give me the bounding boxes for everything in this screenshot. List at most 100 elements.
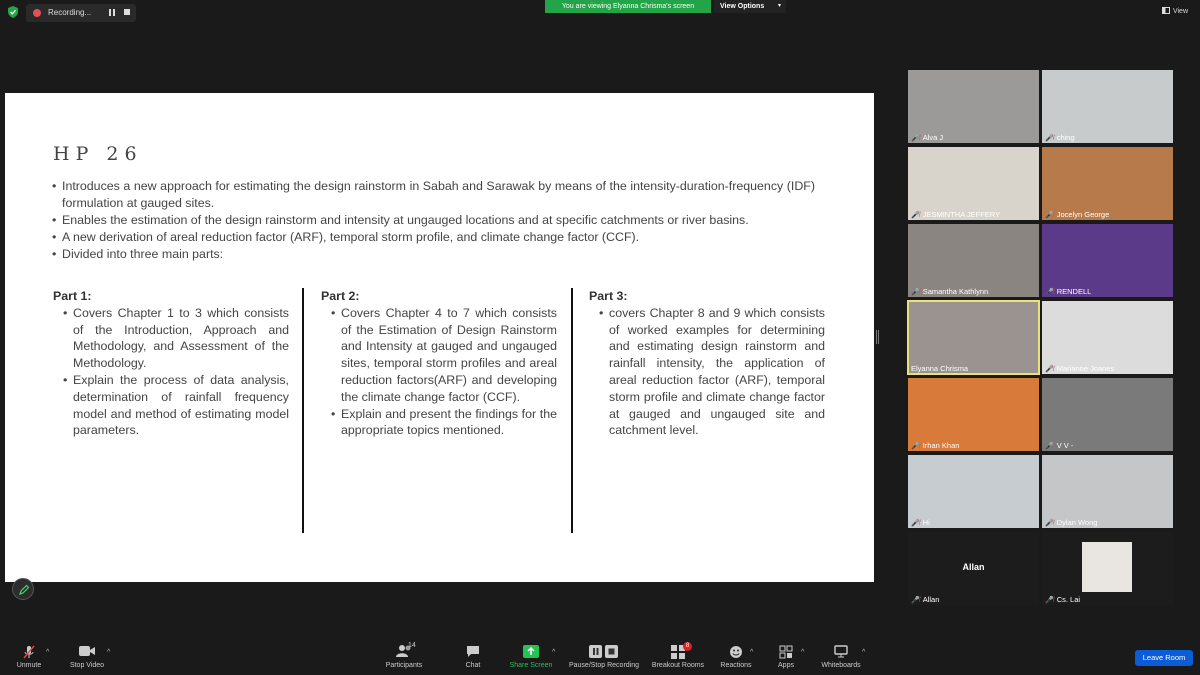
apps-caret-icon[interactable]: ^ [801, 649, 804, 656]
participant-tile[interactable]: 🎤̸ RENDELL [1042, 224, 1173, 297]
whiteboards-caret-icon[interactable]: ^ [862, 649, 865, 656]
participant-tile[interactable]: 🎤̸ Alva J [908, 70, 1039, 143]
muted-mic-icon: 🎤̸ [1045, 597, 1054, 604]
share-screen-button[interactable]: Share Screen [509, 645, 553, 669]
participant-name: 🎤̸ Alva J [911, 133, 944, 142]
part-item: Covers Chapter 4 to 7 which consists of … [331, 305, 557, 406]
participant-name: 🎤̸ RENDELL [1045, 287, 1092, 296]
muted-mic-icon: 🎤̸ [911, 520, 920, 527]
participant-tile[interactable]: 🎤̸ Cs. Lai [1042, 532, 1173, 605]
view-label: View [1172, 8, 1188, 15]
part-2-column: Part 2: Covers Chapter 4 to 7 which cons… [321, 288, 557, 439]
stop-video-button[interactable]: Stop Video [67, 645, 107, 669]
stop-video-label: Stop Video [69, 662, 105, 669]
part-heading: Part 3: [589, 289, 628, 303]
video-options-caret-icon[interactable]: ^ [107, 649, 110, 656]
participants-icon: 14 [384, 642, 424, 659]
participant-tile[interactable]: 🎤̸ V V - [1042, 378, 1173, 451]
muted-mic-icon: 🎤̸ [911, 135, 920, 142]
meeting-toolbar: Unmute ^ Stop Video ^ 14 Participants Ch… [0, 637, 1200, 675]
recording-label: Recording... [48, 8, 92, 17]
recording-indicator: Recording... [26, 4, 136, 22]
part-item: covers Chapter 8 and 9 which consists of… [599, 305, 825, 439]
view-options-button[interactable]: View Options ▾ [714, 0, 786, 13]
audio-options-caret-icon[interactable]: ^ [46, 649, 49, 656]
breakout-rooms-icon: 8 [671, 642, 692, 659]
participant-name: 🎤̸ Marianne Joanes [1045, 364, 1115, 373]
participant-name: 🎤̸ Samantha Kathlynn [911, 287, 989, 296]
participant-tile[interactable]: 🎤̸ Marianne Joanes [1042, 301, 1173, 374]
bullet-item: Introduces a new approach for estimating… [52, 178, 815, 212]
muted-mic-icon: 🎤̸ [911, 212, 920, 219]
participant-name: 🎤̸ Allan [911, 595, 940, 604]
annotate-button[interactable] [12, 578, 34, 600]
chat-icon [462, 645, 484, 659]
muted-mic-icon: 🎤̸ [911, 597, 920, 604]
part-item: Explain and present the findings for the… [331, 406, 557, 440]
apps-icon [776, 645, 796, 659]
participant-name: 🎤̸ Jocelyn George [1045, 210, 1110, 219]
chat-label: Chat [465, 662, 481, 669]
participant-name: 🎤̸ V V - [1045, 441, 1074, 450]
participant-tile[interactable]: 🎤̸ Hi [908, 455, 1039, 528]
part-heading: Part 1: [53, 289, 92, 303]
pause-stop-icon [566, 645, 642, 659]
part-item: Explain the process of data analysis, de… [63, 372, 289, 439]
reactions-caret-icon[interactable]: ^ [750, 649, 753, 656]
muted-mic-icon [14, 645, 44, 659]
participant-tile[interactable]: 🎤̸ Jocelyn George [1042, 147, 1173, 220]
unmute-label: Unmute [16, 662, 42, 669]
column-divider [571, 288, 573, 533]
breakout-rooms-button[interactable]: 8 Breakout Rooms [650, 642, 706, 669]
apps-button[interactable]: Apps [776, 645, 796, 669]
participant-tile[interactable]: 🎤̸ Dylan Wong [1042, 455, 1173, 528]
stop-recording-icon[interactable] [124, 9, 130, 15]
participant-tile[interactable]: Allan 🎤̸ Allan [908, 532, 1039, 605]
pause-recording-icon[interactable] [109, 9, 115, 16]
breakout-badge: 8 [683, 642, 692, 651]
participants-button[interactable]: 14 Participants [384, 642, 424, 669]
muted-mic-icon: 🎤̸ [911, 289, 920, 296]
panel-resize-handle[interactable] [876, 330, 879, 344]
apps-label: Apps [778, 662, 794, 669]
whiteboards-label: Whiteboards [821, 662, 861, 669]
profile-photo [1082, 542, 1132, 592]
participant-name: 🎤̸ Irhan Khan [911, 441, 960, 450]
participants-label: Participants [385, 662, 423, 669]
part-item: Covers Chapter 1 to 3 which consists of … [63, 305, 289, 372]
participant-name: 🎤̸ ching [1045, 133, 1075, 142]
pause-stop-recording-button[interactable]: Pause/Stop Recording [566, 645, 642, 669]
muted-mic-icon: 🎤̸ [1045, 520, 1054, 527]
reactions-label: Reactions [720, 662, 752, 669]
participant-name: 🎤̸ Hi [911, 518, 930, 527]
participant-tile[interactable]: 🎤̸ Irhan Khan [908, 378, 1039, 451]
unmute-button[interactable]: Unmute [14, 645, 44, 669]
participant-display-name: Allan [962, 562, 985, 572]
participant-tile[interactable]: 🎤̸ JESMINTHA JEFFERY [908, 147, 1039, 220]
pause-stop-recording-label: Pause/Stop Recording [568, 662, 640, 669]
participant-tile[interactable]: 🎤̸ Samantha Kathlynn [908, 224, 1039, 297]
smiley-icon [719, 645, 753, 659]
participant-tile[interactable]: 🎤̸ ching [1042, 70, 1173, 143]
whiteboards-button[interactable]: Whiteboards [820, 645, 862, 669]
muted-mic-icon: 🎤̸ [1045, 212, 1054, 219]
muted-mic-icon: 🎤̸ [1045, 289, 1054, 296]
part-1-column: Part 1: Covers Chapter 1 to 3 which cons… [53, 288, 289, 439]
column-divider [302, 288, 304, 533]
active-speaker-tile[interactable]: Elyanna Chrisma [907, 300, 1040, 375]
shield-icon[interactable] [8, 6, 18, 18]
view-options-label: View Options [720, 3, 765, 10]
share-options-caret-icon[interactable]: ^ [552, 649, 555, 656]
top-bar: Recording... You are viewing Elyanna Chr… [0, 0, 1200, 26]
viewing-screen-banner: You are viewing Elyanna Chrisma's screen [545, 0, 711, 13]
chat-button[interactable]: Chat [462, 645, 484, 669]
share-screen-icon [509, 645, 553, 659]
reactions-button[interactable]: Reactions [719, 645, 753, 669]
recording-dot-icon [33, 9, 41, 17]
participant-name: 🎤̸ JESMINTHA JEFFERY [911, 210, 1001, 219]
intro-bullet-list: Introduces a new approach for estimating… [52, 178, 815, 263]
view-button[interactable]: View [1161, 7, 1188, 15]
shared-screen-slide: HP 26 Introduces a new approach for esti… [5, 93, 874, 582]
chevron-down-icon: ▾ [777, 3, 781, 9]
leave-room-button[interactable]: Leave Room [1135, 650, 1193, 666]
